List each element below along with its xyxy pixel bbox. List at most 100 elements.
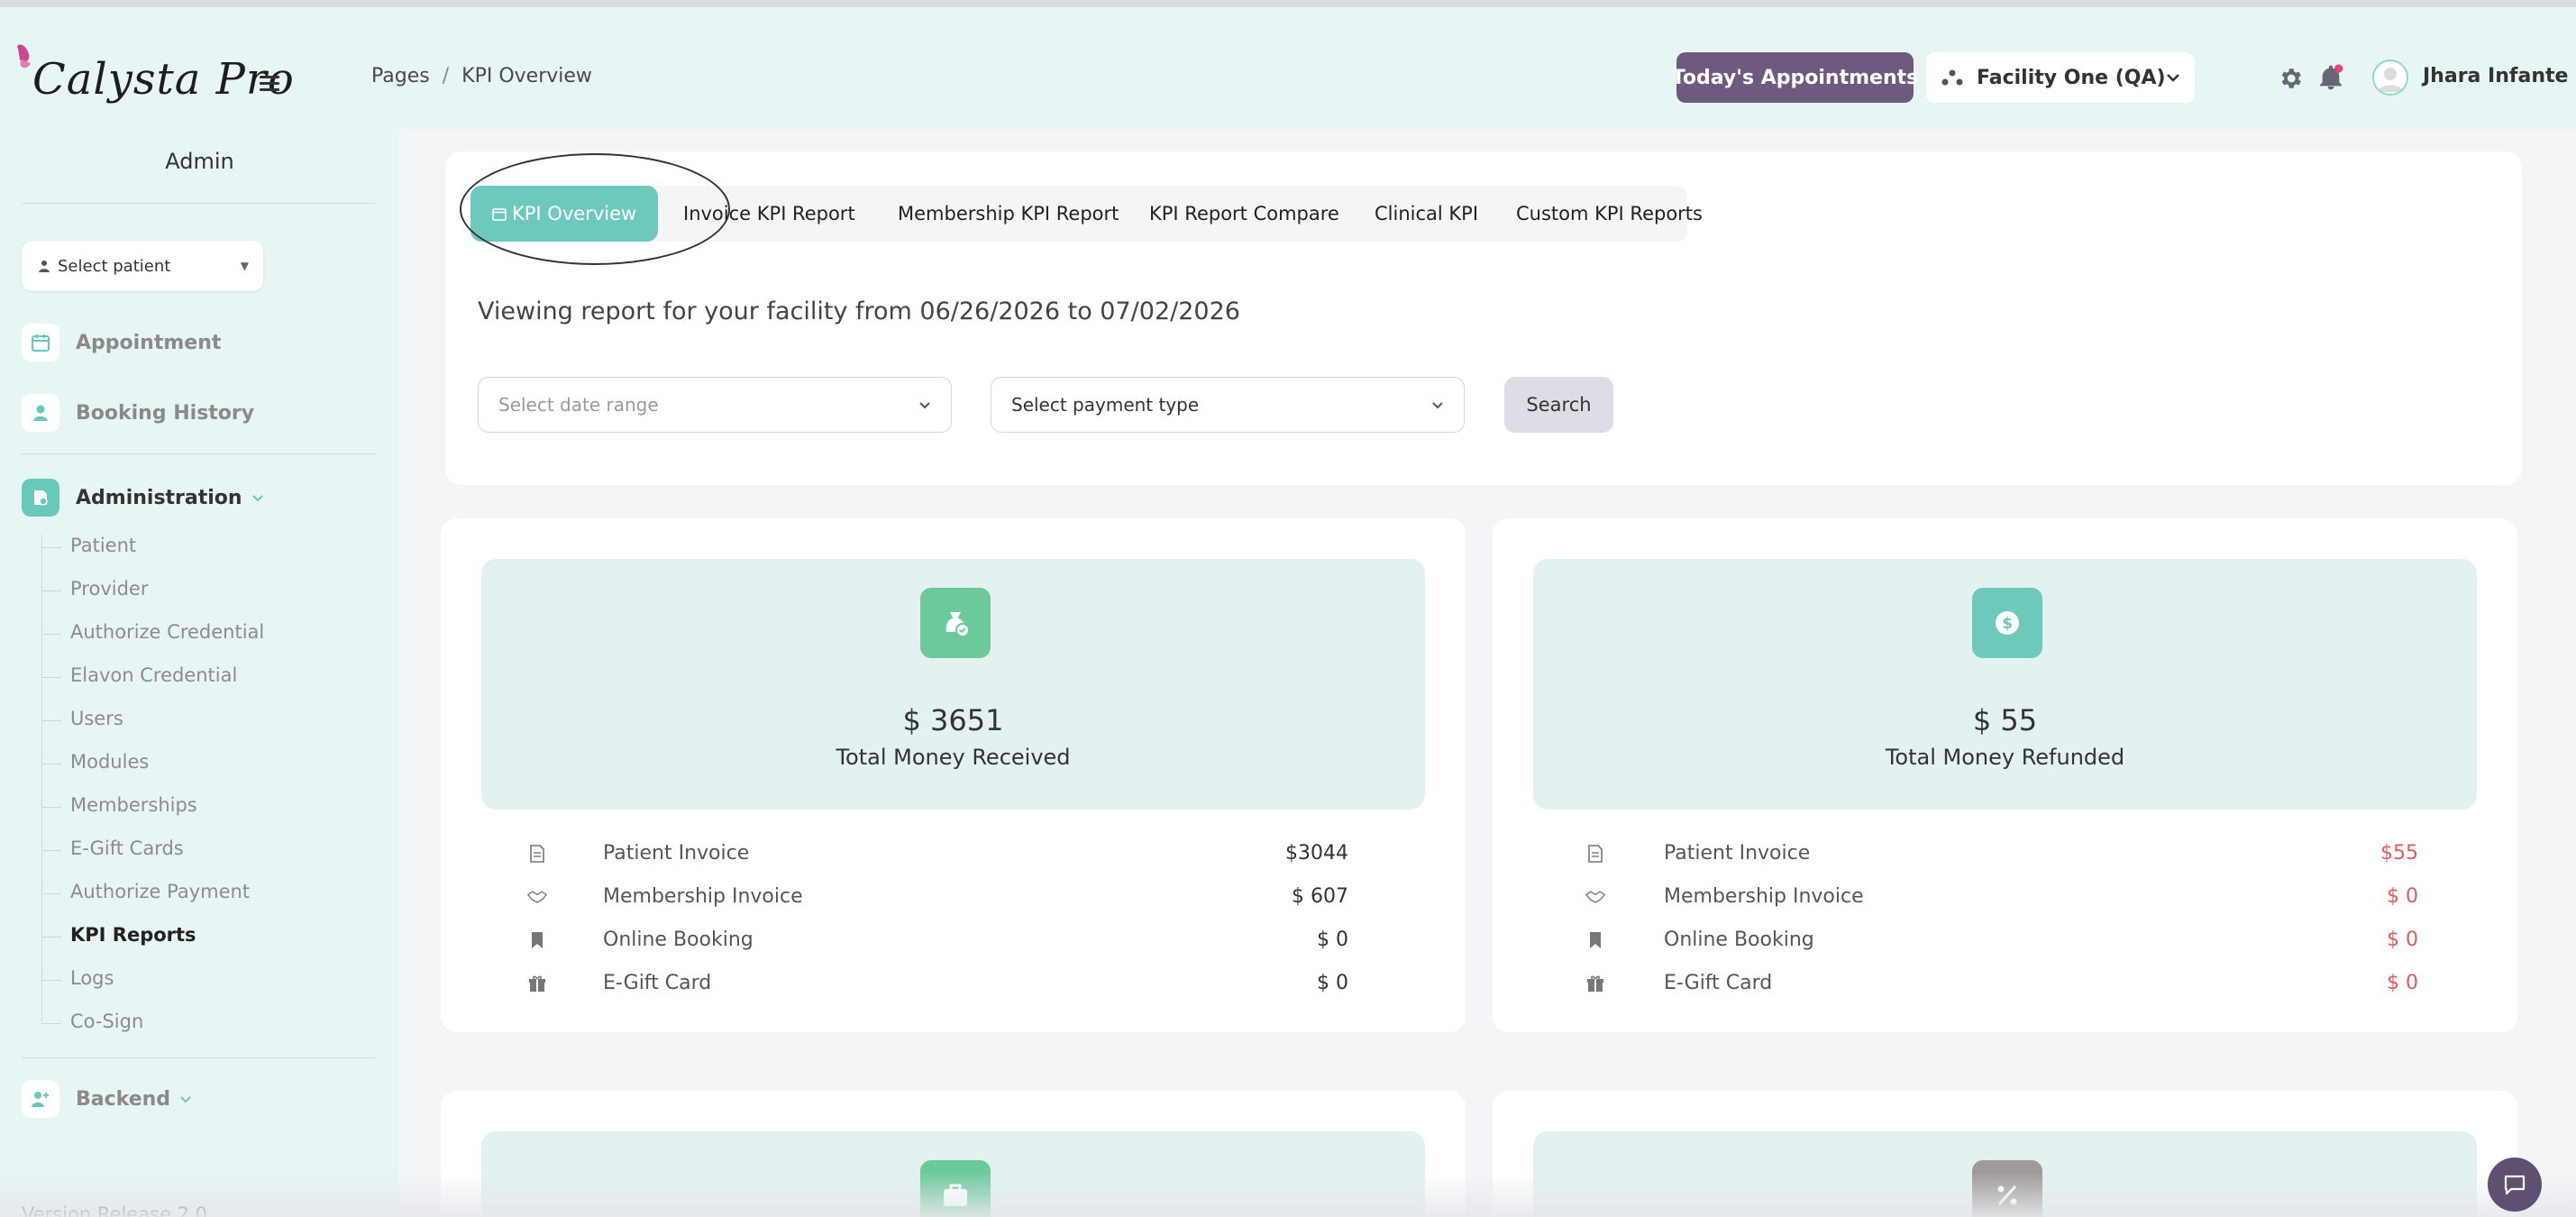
user-menu[interactable]: Jhara Infante — [2423, 65, 2576, 87]
user-icon — [22, 394, 59, 432]
person-icon — [39, 261, 50, 272]
sidebar-item-administration[interactable]: Administration — [22, 478, 264, 517]
breadcrumb-current: KPI Overview — [461, 65, 592, 87]
sidebar-subitem-elavon-credential[interactable]: Elavon Credential — [70, 664, 237, 686]
admin-icon — [22, 479, 59, 517]
row-value: $55 — [2380, 842, 2418, 865]
sidebar-subitem-kpi-reports[interactable]: KPI Reports — [70, 924, 196, 946]
tab-kpi-overview[interactable]: KPI Overview — [470, 186, 659, 242]
sidebar-subitem-modules[interactable]: Modules — [70, 751, 149, 773]
row-value: $ 0 — [1317, 929, 1348, 951]
list-item: Patient Invoice $55 — [1493, 835, 2517, 871]
date-range-select[interactable]: Select date range — [478, 377, 952, 433]
payment-type-value: Select payment type — [1011, 394, 1200, 416]
breadcrumb-separator: / — [442, 65, 450, 87]
card-summary — [1533, 1131, 2477, 1217]
gift-icon — [529, 975, 545, 992]
sidebar-subitem-patient[interactable]: Patient — [70, 535, 136, 556]
settings-gear-icon[interactable] — [2277, 65, 2304, 92]
backend-icon — [22, 1080, 59, 1118]
tab-label: KPI Overview — [512, 203, 637, 224]
sidebar-subitem-co-sign[interactable]: Co-Sign — [70, 1011, 143, 1032]
breadcrumb-root[interactable]: Pages — [371, 65, 430, 87]
date-range-placeholder: Select date range — [498, 394, 659, 416]
money-received-card: $ 3651 Total Money Received Patient Invo… — [441, 518, 1466, 1032]
app-logo[interactable]: Calysta Pro — [13, 41, 294, 114]
select-patient-label: Select patient — [58, 256, 171, 276]
bookmark-icon — [532, 932, 543, 948]
sidebar-subitem-authorize-payment[interactable]: Authorize Payment — [70, 881, 250, 902]
card-summary: $ $ 55 Total Money Refunded — [1533, 559, 2477, 810]
percent-icon — [1972, 1160, 2042, 1217]
chevron-down-icon — [251, 494, 263, 501]
list-item: E-Gift Card $ 0 — [1493, 965, 2517, 1001]
todays-appointments-button[interactable]: Today's Appointments — [1672, 52, 1918, 103]
chevron-down-icon — [180, 1095, 191, 1103]
payment-type-select[interactable]: Select payment type — [991, 377, 1465, 433]
tab-custom-kpi-reports[interactable]: Custom KPI Reports — [1516, 186, 1703, 242]
chevron-down-icon — [1432, 401, 1443, 408]
divider — [22, 453, 375, 454]
sidebar-subitem-e-gift-cards[interactable]: E-Gift Cards — [70, 837, 184, 859]
card-title: Total Money Refunded — [1885, 745, 2125, 770]
tab-kpi-report-compare[interactable]: KPI Report Compare — [1149, 186, 1339, 242]
menu-toggle-icon[interactable] — [260, 76, 279, 92]
sidebar-item-label: Backend — [76, 1087, 171, 1111]
row-label: Membership Invoice — [1664, 885, 1864, 908]
sidebar-item-appointment[interactable]: Appointment — [22, 323, 221, 362]
row-value: $ 0 — [2387, 972, 2418, 994]
row-label: E-Gift Card — [1664, 972, 1773, 994]
user-avatar[interactable] — [2372, 59, 2408, 96]
list-item: Membership Invoice $ 0 — [1493, 878, 2517, 914]
sidebar-subitem-users[interactable]: Users — [70, 708, 123, 729]
row-label: Membership Invoice — [603, 885, 803, 908]
notification-bell-icon[interactable] — [2316, 63, 2345, 92]
sidebar-item-label: Appointment — [76, 331, 222, 354]
chat-icon[interactable] — [2488, 1158, 2542, 1212]
row-value: $ 0 — [1317, 972, 1348, 994]
kpi-card-partial — [1493, 1091, 2517, 1217]
sidebar-item-backend[interactable]: Backend — [22, 1079, 192, 1119]
gift-icon — [1587, 975, 1603, 992]
list-item: Patient Invoice $3044 — [441, 835, 1466, 871]
tab-membership-kpi-report[interactable]: Membership KPI Report — [898, 186, 1119, 242]
facility-selector[interactable]: Facility One (QA) — [1926, 52, 2195, 103]
logo-text: Calysta Pro — [32, 54, 295, 105]
facility-name: Facility One (QA) — [1977, 66, 2166, 89]
sidebar-item-label: Booking History — [76, 401, 255, 425]
search-button[interactable]: Search — [1504, 377, 1613, 433]
total-refunded-amount: $ 55 — [1972, 703, 2038, 737]
row-value: $ 607 — [1292, 885, 1348, 908]
list-item: Online Booking $ 0 — [441, 921, 1466, 957]
list-item: E-Gift Card $ 0 — [441, 965, 1466, 1001]
sidebar-subitem-memberships[interactable]: Memberships — [70, 794, 197, 816]
dollar-coin-icon: $ — [1972, 588, 2042, 658]
submenu-tick — [41, 547, 61, 548]
tab-clinical-kpi[interactable]: Clinical KPI — [1375, 186, 1478, 242]
tab-invoice-kpi-report[interactable]: Invoice KPI Report — [683, 186, 855, 242]
card-summary: $ 3651 Total Money Received — [481, 559, 1425, 810]
list-item: Online Booking $ 0 — [1493, 921, 2517, 957]
row-label: Online Booking — [1664, 929, 1814, 951]
sidebar-subitem-authorize-credential[interactable]: Authorize Credential — [70, 621, 264, 643]
submenu-tick — [41, 590, 61, 591]
row-label: Patient Invoice — [603, 842, 750, 865]
sidebar-subitem-provider[interactable]: Provider — [70, 578, 148, 599]
submenu-line — [41, 535, 42, 1021]
sidebar-item-booking-history[interactable]: Booking History — [22, 393, 254, 433]
user-name: Jhara Infante — [2423, 65, 2569, 87]
version-label: Version Release 2.0 — [22, 1203, 208, 1217]
list-item: Membership Invoice $ 607 — [441, 878, 1466, 914]
money-bag-icon — [920, 588, 991, 658]
calendar-icon — [22, 324, 59, 361]
sidebar-title: Admin — [165, 149, 234, 174]
select-patient-dropdown[interactable]: Select patient ▼ — [22, 241, 263, 291]
kpi-card-partial — [441, 1091, 1466, 1217]
submenu-tick — [41, 893, 61, 894]
chevron-down-icon — [2167, 74, 2179, 82]
sidebar-subitem-logs[interactable]: Logs — [70, 967, 114, 989]
row-label: Online Booking — [603, 929, 754, 951]
row-value: $ 0 — [2387, 885, 2418, 908]
total-received-amount: $ 3651 — [902, 703, 1004, 737]
card-summary — [481, 1131, 1425, 1217]
